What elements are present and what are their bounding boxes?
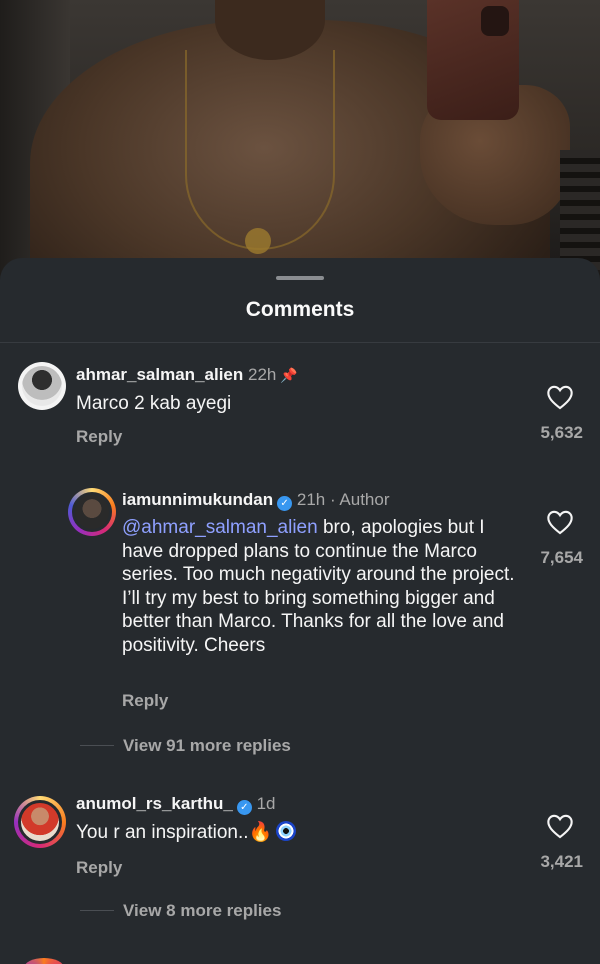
avatar[interactable] (68, 488, 116, 536)
photo-pendant (245, 228, 271, 254)
comment-time: 21h (296, 490, 326, 509)
reply-button[interactable]: Reply (76, 427, 122, 447)
comment-text: @ahmar_salman_alien bro, apologies but I… (122, 516, 520, 657)
comment-text: Marco 2 kab ayegi (76, 393, 232, 414)
view-more-replies-button[interactable]: View 8 more replies (123, 901, 281, 921)
photo-phone (427, 0, 519, 120)
heart-icon[interactable] (546, 509, 574, 535)
comment-username[interactable]: iamunnimukundan (122, 490, 273, 509)
like-count: 5,632 (540, 423, 583, 442)
author-tag: · Author (329, 490, 390, 509)
comment-meta: ahmar_salman_alien 22h 📌 (76, 365, 298, 385)
mention-link[interactable]: @ahmar_salman_alien (122, 517, 318, 538)
fire-emoji: 🔥 (248, 822, 273, 843)
view-more-replies-button[interactable]: View 91 more replies (123, 736, 291, 756)
reply-button[interactable]: Reply (122, 691, 168, 711)
comment-time: 1d (256, 794, 276, 813)
comment-username[interactable]: anumol_rs_karthu_ (76, 794, 233, 813)
sheet-title: Comments (245, 298, 355, 321)
avatar-image (18, 800, 62, 844)
post-photo (0, 0, 600, 290)
avatar-image (22, 366, 62, 406)
phone-camera (481, 6, 509, 36)
nazar-amulet-icon (276, 821, 297, 841)
comment-text: You r an inspiration..🔥 (76, 821, 496, 845)
comment-meta: iamunnimukundan ✓ 21h · Author (122, 490, 390, 511)
view-replies-line (80, 745, 114, 746)
comment-time: 22h (248, 365, 277, 384)
like-count: 7,654 (540, 548, 583, 567)
photo-chain (185, 50, 335, 250)
avatar[interactable] (14, 796, 66, 848)
heart-icon[interactable] (546, 813, 574, 839)
like-count: 3,421 (540, 852, 583, 871)
reply-button[interactable]: Reply (76, 858, 122, 878)
sheet-grabber-handle[interactable] (276, 276, 324, 280)
header-divider (0, 342, 600, 343)
heart-icon[interactable] (546, 384, 574, 410)
comment-meta: anumol_rs_karthu_ ✓ 1d (76, 794, 276, 815)
avatar[interactable] (18, 362, 66, 410)
pin-icon: 📌 (280, 367, 298, 383)
view-replies-line (80, 910, 114, 911)
verified-badge-icon: ✓ (236, 800, 252, 815)
verified-badge-icon: ✓ (277, 496, 293, 511)
comment-body: You r an inspiration.. (76, 822, 249, 843)
photo-blinds (560, 150, 600, 270)
avatar-image (72, 492, 112, 532)
comment-username[interactable]: ahmar_salman_alien (76, 365, 243, 384)
